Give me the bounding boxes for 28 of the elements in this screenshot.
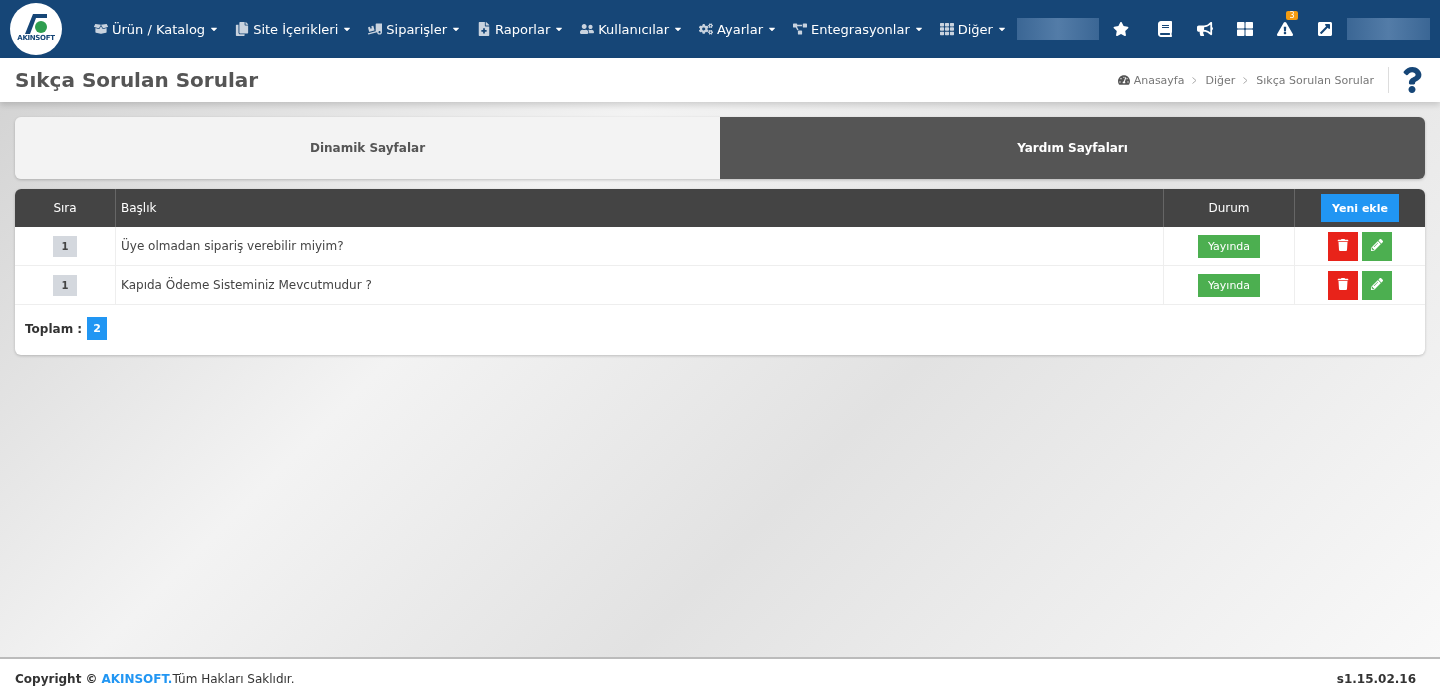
order-number: 1	[52, 235, 78, 257]
nav-menu-item[interactable]: Ürün / Katalog	[88, 21, 226, 37]
nav-menu-item[interactable]: Kullanıcılar	[574, 21, 690, 37]
nav-menu-item[interactable]: Ayarlar	[693, 21, 784, 37]
table-cell: Üye olmadan sipariş verebilir miyim?	[115, 227, 1164, 266]
version-text: s1.15.02.16	[1336, 672, 1416, 686]
nav-menu-item[interactable]: Entegrasyonlar	[787, 21, 930, 37]
breadcrumb-link[interactable]: Diğer	[1205, 73, 1236, 87]
column-header: Durum	[1163, 189, 1295, 227]
breadcrumb-link[interactable]: Sıkça Sorulan Sorular	[1256, 73, 1374, 87]
nav-menu-item[interactable]: Siparişler	[362, 21, 468, 37]
notification-badge: 3	[1286, 11, 1298, 20]
status-label: Yayında	[1197, 234, 1261, 258]
nav-menu-item[interactable]: Diğer	[933, 21, 1013, 37]
total-label: Toplam :	[25, 321, 83, 336]
table-cell: Kapıda Ödeme Sisteminiz Mevcutmudur ?	[115, 265, 1164, 305]
order-number: 1	[52, 274, 78, 296]
status-label: Yayında	[1197, 273, 1261, 297]
nav-menu-item[interactable]: Site İçerikleri	[229, 21, 359, 37]
column-header: Sıra	[15, 189, 116, 227]
nav-menu-item[interactable]: Raporlar	[471, 21, 571, 37]
tab[interactable]: Yardım Sayfaları	[720, 117, 1425, 179]
copyright-text: Copyright © AKINSOFT.Tüm Hakları Saklıdır.	[15, 672, 295, 686]
page-title: Sıkça Sorulan Sorular	[15, 68, 260, 92]
total-count: 2	[87, 317, 107, 340]
column-header: Başlık	[115, 189, 1164, 227]
breadcrumb-link[interactable]: Anasayfa	[1133, 73, 1185, 87]
tab[interactable]: Dinamik Sayfalar	[15, 117, 720, 179]
